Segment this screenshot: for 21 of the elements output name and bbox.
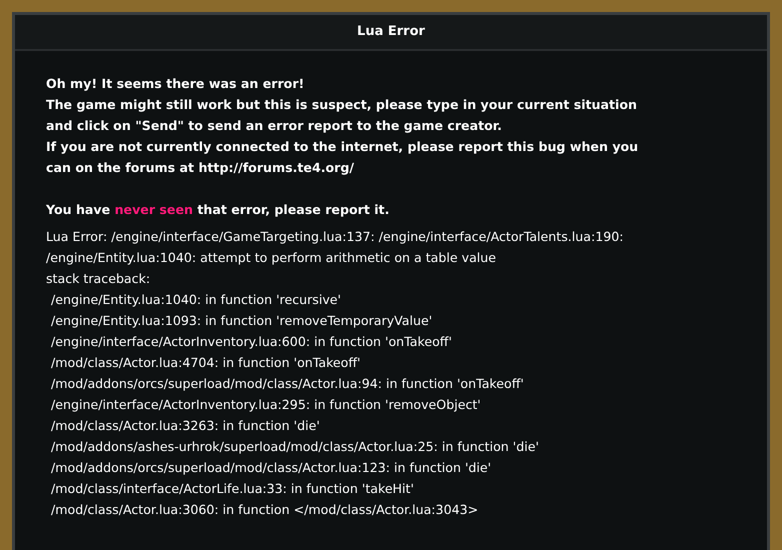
- error-line: stack traceback:: [46, 270, 150, 288]
- message-line: can on the forums at http://forums.te4.org/: [46, 159, 354, 177]
- traceback-line: /mod/class/Actor.lua:4704: in function 'onTakeoff': [50, 354, 361, 372]
- message-line: and click on "Send" to send an error report to the game creator.: [46, 117, 502, 135]
- message-line: Oh my! It seems there was an error!: [46, 75, 304, 93]
- traceback-line: /mod/addons/orcs/superload/mod/class/Actor.lua:94: in function 'onTakeoff': [50, 375, 524, 393]
- message-line: The game might still work but this is suspect, please type in your current situation: [46, 96, 637, 114]
- error-line: /engine/Entity.lua:1040: attempt to perform arithmetic on a table value: [46, 249, 496, 267]
- traceback-line: /engine/Entity.lua:1040: in function 'recursive': [50, 291, 341, 309]
- traceback-line: /mod/addons/ashes-urhrok/superload/mod/class/Actor.lua:25: in function 'die': [50, 438, 539, 456]
- traceback-line: /mod/class/interface/ActorLife.lua:33: in function 'takeHit': [50, 480, 414, 498]
- notice-line: You have never seen that error, please report it.: [46, 201, 390, 219]
- traceback-line: /engine/interface/ActorInventory.lua:295: in function 'removeObject': [50, 396, 481, 414]
- message-line: If you are not currently connected to the internet, please report this bug when you: [46, 138, 638, 156]
- traceback-line: /mod/addons/orcs/superload/mod/class/Actor.lua:123: in function 'die': [50, 459, 492, 477]
- traceback-line: /engine/interface/ActorInventory.lua:600: in function 'onTakeoff': [50, 333, 452, 351]
- traceback-line: /mod/class/Actor.lua:3263: in function 'die': [50, 417, 320, 435]
- error-line: Lua Error: /engine/interface/GameTargeting.lua:137: /engine/interface/ActorTalents.lua:190:: [46, 228, 624, 246]
- traceback-line: /engine/Entity.lua:1093: in function 'removeTemporaryValue': [50, 312, 432, 330]
- dialog-title: Lua Error: [357, 24, 425, 39]
- traceback-line: /mod/class/Actor.lua:3060: in function </mod/class/Actor.lua:3043>: [50, 501, 478, 519]
